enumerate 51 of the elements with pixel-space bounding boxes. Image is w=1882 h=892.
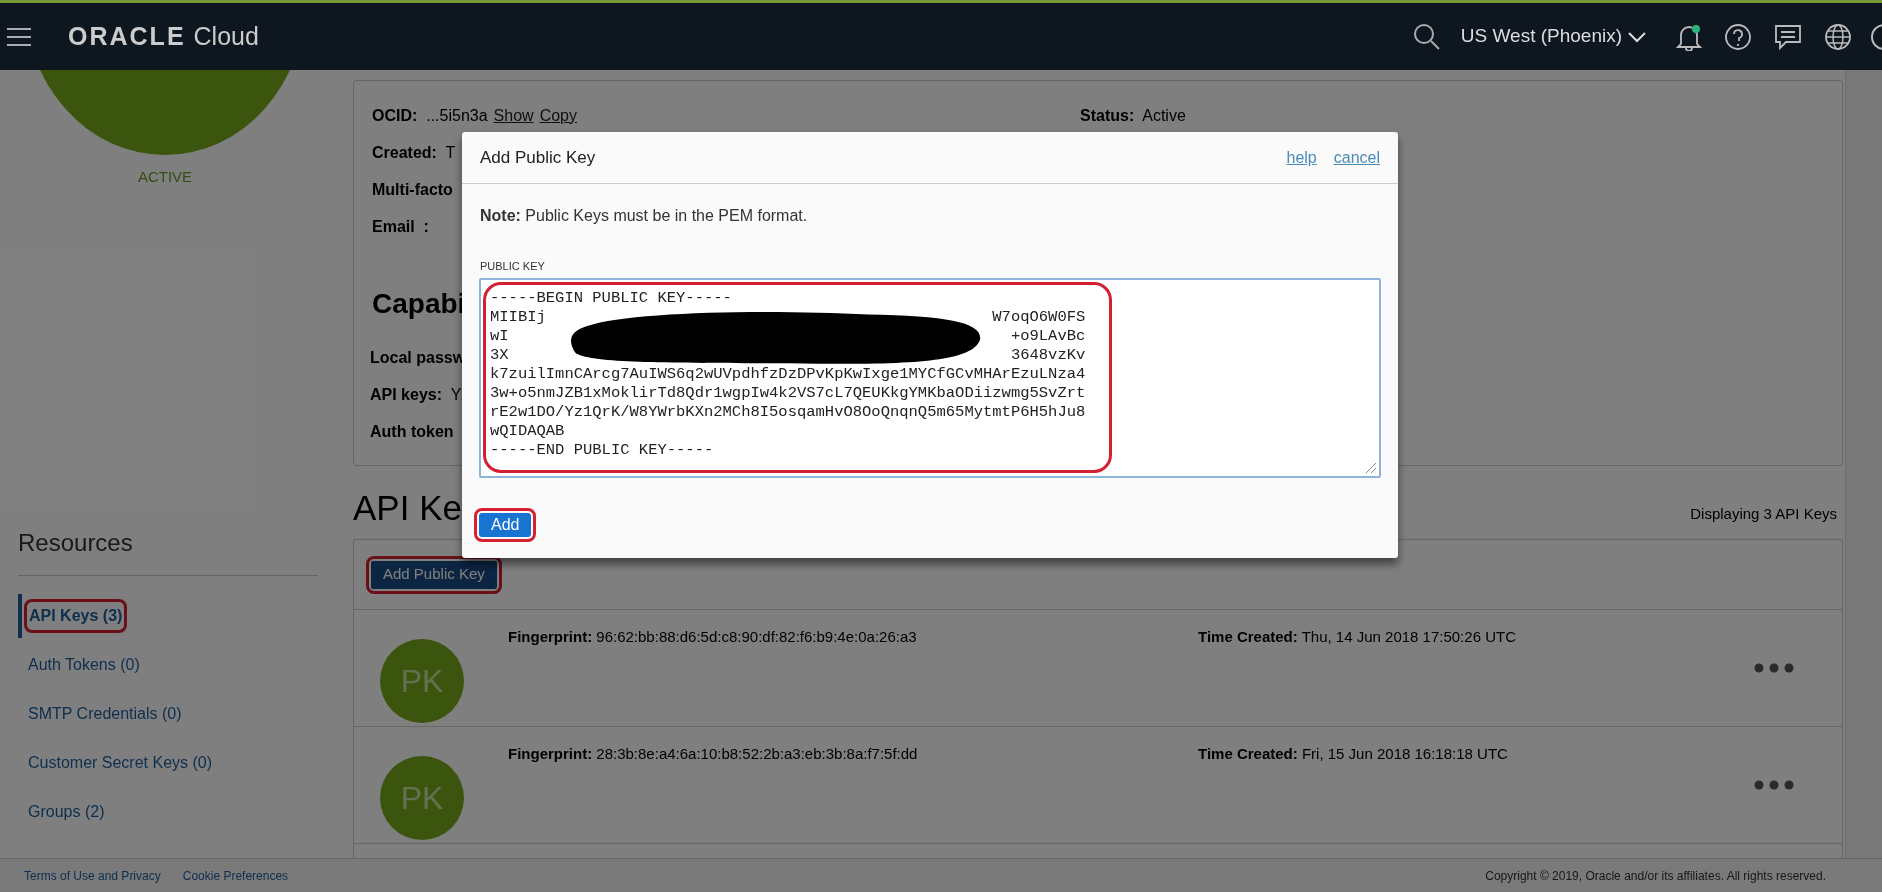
resize-handle-icon[interactable] [1365, 461, 1377, 474]
footer-link[interactable]: Cookie Preferences [182, 866, 289, 885]
detail-link[interactable]: Copy [539, 103, 577, 128]
capability-text: API keys: Y [370, 384, 462, 405]
time-created-text: Time Created: Fri, 15 Jun 2018 16:18:18 UTC [1198, 744, 1508, 764]
capability-text: Auth token [370, 421, 454, 442]
resource-link[interactable]: SMTP Credentials (0) [28, 702, 182, 726]
resource-link[interactable]: Customer Secret Keys (0) [28, 751, 213, 775]
menu-icon[interactable] [6, 26, 32, 47]
product-name: Cloud [193, 20, 259, 52]
more-options-icon[interactable] [1754, 663, 1794, 673]
count-text: Displaying 3 API Keys [1690, 503, 1837, 524]
chevron-down-icon [1628, 30, 1646, 43]
add-public-key-button[interactable]: Add Public Key [371, 560, 497, 589]
dialog-link[interactable]: cancel [1333, 145, 1380, 170]
fingerprint-text: Fingerprint: 96:62:bb:88:d6:5d:c8:90:df:82:f6:b9:4e:0a:26:a3 [508, 627, 918, 647]
resource-link[interactable]: Auth Tokens (0) [28, 653, 140, 677]
key-avatar: PK [380, 756, 464, 840]
resources-heading: Resources [18, 528, 133, 556]
dialog-title: Add Public Key [480, 146, 596, 169]
capabilities-heading: Capabi [372, 287, 466, 321]
chat-icon[interactable] [1774, 22, 1802, 51]
status-text: Status: Active [1080, 105, 1186, 126]
resource-link[interactable]: API Keys (3) [29, 604, 123, 628]
globe-icon[interactable] [1824, 22, 1852, 51]
note-text: Note: Public Keys must be in the PEM format. [480, 206, 809, 226]
search-icon[interactable] [1412, 22, 1441, 51]
status-label: ACTIVE [137, 167, 193, 187]
field-label: PUBLIC KEY [480, 259, 546, 274]
key-text: -----BEGIN PUBLIC KEY----- MIIBIj W7oqO6W0FS wI +o9LAvBc 3X 3648vzKv k7zuilImnCArcg7AuIWS6q2wUVpdhfzDzDPvKpKwIxge1MYCfGCvMHArEzuLNza4 3w+o5nmJZB1xMoklirTd8Qdr1wgpIw4k2VS7cL7QEUKkgYMKbaODiizwmg5SvZrt rE2w1DO/Yz1QrK/W8YWrbKXn2MCh8I5osqamHvO8OoQnqnQ5m65MytmtP6H5hJu8 wQIDAQAB -----END PUBLIC KEY----- [490, 288, 1086, 460]
detail-text: Multi-facto [372, 179, 453, 200]
public-key-field[interactable] [479, 277, 1381, 478]
key-avatar: PK [380, 639, 464, 723]
footer-link[interactable]: Terms of Use and Privacy [24, 866, 161, 885]
dialog-link[interactable]: help [1286, 145, 1317, 170]
fingerprint-text: Fingerprint: 28:3b:8e:a4:6a:10:b8:52:2b:a3:eb:3b:8a:f7:5f:dd [508, 744, 919, 764]
resource-link[interactable]: Groups (2) [28, 800, 105, 824]
detail-text: OCID: ...5i5n3a [372, 105, 488, 126]
scrollbar[interactable] [1845, 70, 1882, 858]
detail-text: Created: T [372, 142, 456, 163]
help-icon[interactable] [1724, 22, 1752, 51]
more-options-icon[interactable] [1754, 780, 1794, 790]
detail-text: Email : [372, 216, 429, 237]
api-keys-heading: API Ke [353, 490, 462, 525]
brand-logo[interactable]: ORACLE [68, 17, 186, 56]
detail-link[interactable]: Show [493, 103, 534, 128]
user-avatar-icon[interactable] [1870, 22, 1882, 51]
add-button[interactable]: Add [479, 512, 532, 537]
copyright-text: Copyright © 2019, Oracle and/or its affiliates. All rights reserved. [1485, 867, 1826, 885]
region-selector[interactable]: US West (Phoenix) [1460, 22, 1646, 51]
time-created-text: Time Created: Thu, 14 Jun 2018 17:50:26 UTC [1198, 627, 1516, 647]
